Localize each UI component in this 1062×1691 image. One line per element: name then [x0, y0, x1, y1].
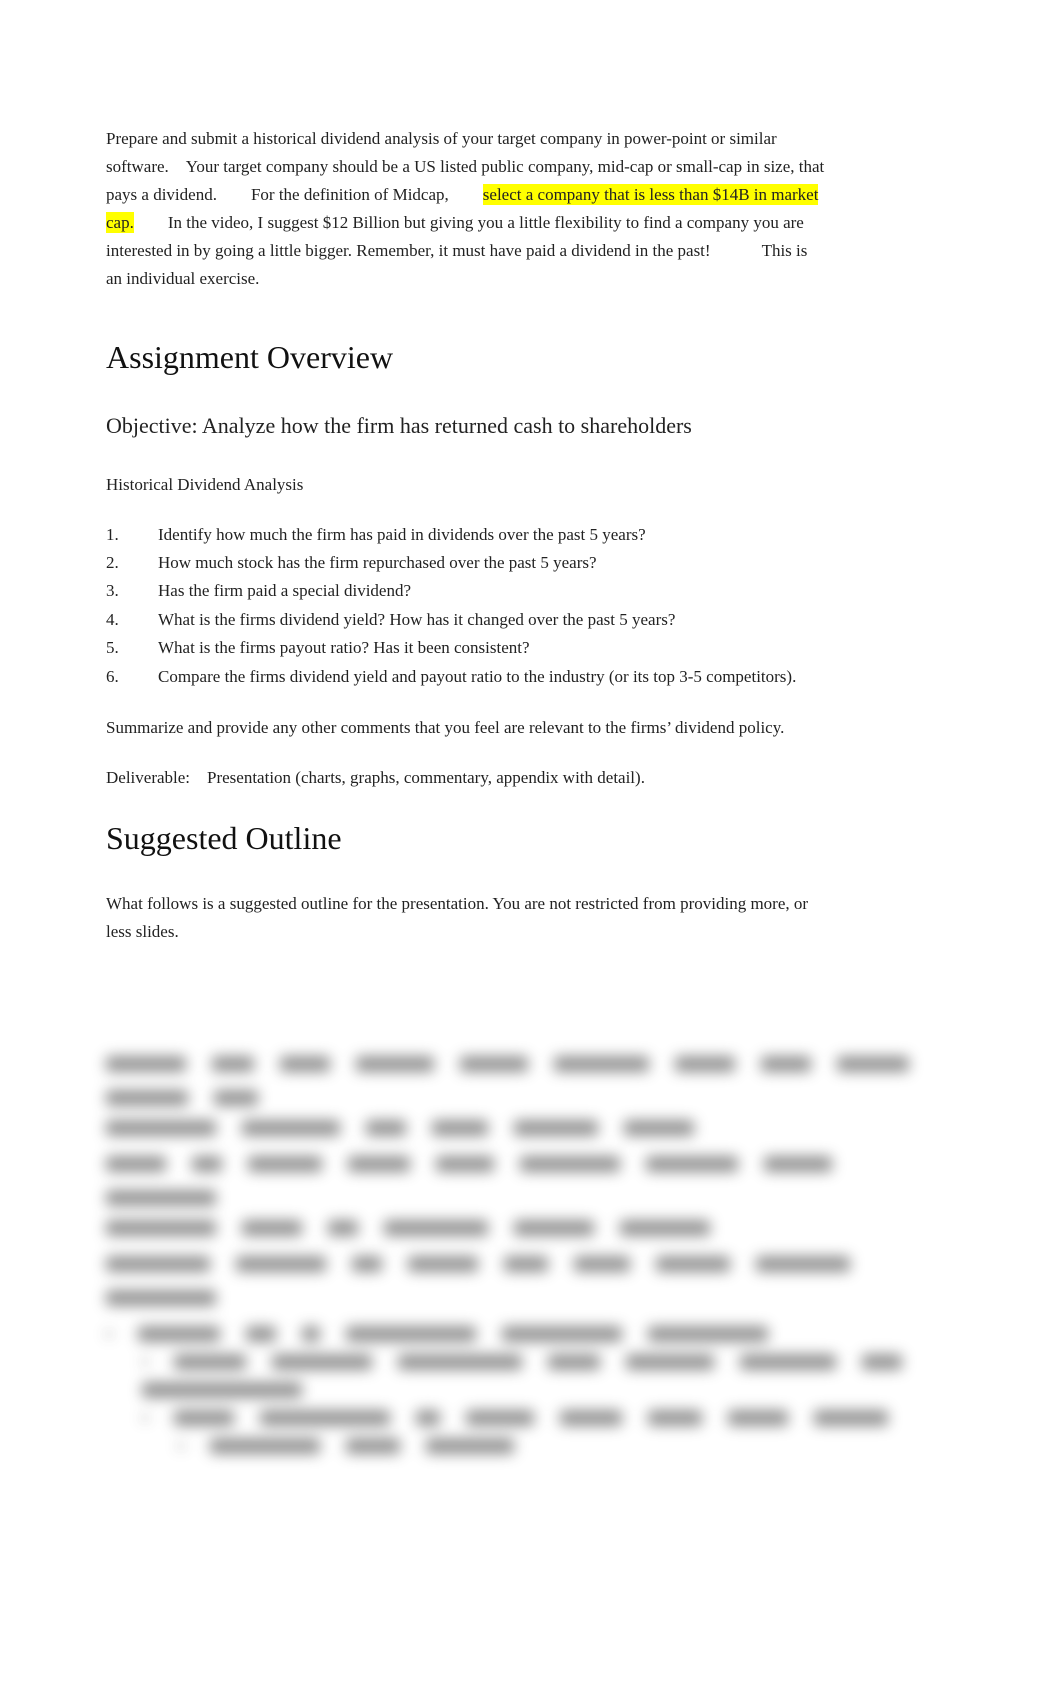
- objective-heading: Objective: Analyze how the firm has retu…: [106, 409, 962, 442]
- question-item: What is the firms dividend yield? How ha…: [106, 607, 826, 633]
- question-item: Compare the firms dividend yield and pay…: [106, 664, 826, 690]
- blurred-preview-region: [106, 1056, 962, 1454]
- assignment-overview-heading: Assignment Overview: [106, 333, 962, 381]
- blurred-line: [106, 1120, 962, 1136]
- blurred-line: [106, 1256, 962, 1306]
- blurred-line: [106, 1156, 962, 1206]
- bullet-icon: [178, 1443, 184, 1449]
- question-item: Has the firm paid a special dividend?: [106, 578, 826, 604]
- blurred-line: [106, 1056, 962, 1106]
- intro-text-after: In the video, I suggest $12 Billion but …: [106, 213, 807, 288]
- blurred-bullet-row: [106, 1410, 962, 1426]
- summary-text: Summarize and provide any other comments…: [106, 714, 826, 742]
- question-item: What is the firms payout ratio? Has it b…: [106, 635, 826, 661]
- blurred-bullet-row: [106, 1382, 962, 1398]
- intro-paragraph: Prepare and submit a historical dividend…: [106, 125, 826, 293]
- blurred-bullet-row: [106, 1326, 962, 1342]
- blurred-bullet-row: [106, 1354, 962, 1370]
- bullet-icon: [142, 1415, 148, 1421]
- blurred-line: [106, 1220, 962, 1236]
- historical-dividend-subhead: Historical Dividend Analysis: [106, 472, 962, 498]
- question-item: How much stock has the firm repurchased …: [106, 550, 826, 576]
- blurred-bullet-row: [106, 1438, 962, 1454]
- questions-list: Identify how much the firm has paid in d…: [106, 522, 826, 690]
- bullet-icon: [142, 1359, 148, 1365]
- bullet-icon: [106, 1331, 112, 1337]
- outline-intro-text: What follows is a suggested outline for …: [106, 890, 826, 946]
- suggested-outline-heading: Suggested Outline: [106, 814, 962, 862]
- question-item: Identify how much the firm has paid in d…: [106, 522, 826, 548]
- deliverable-text: Deliverable: Presentation (charts, graph…: [106, 764, 826, 792]
